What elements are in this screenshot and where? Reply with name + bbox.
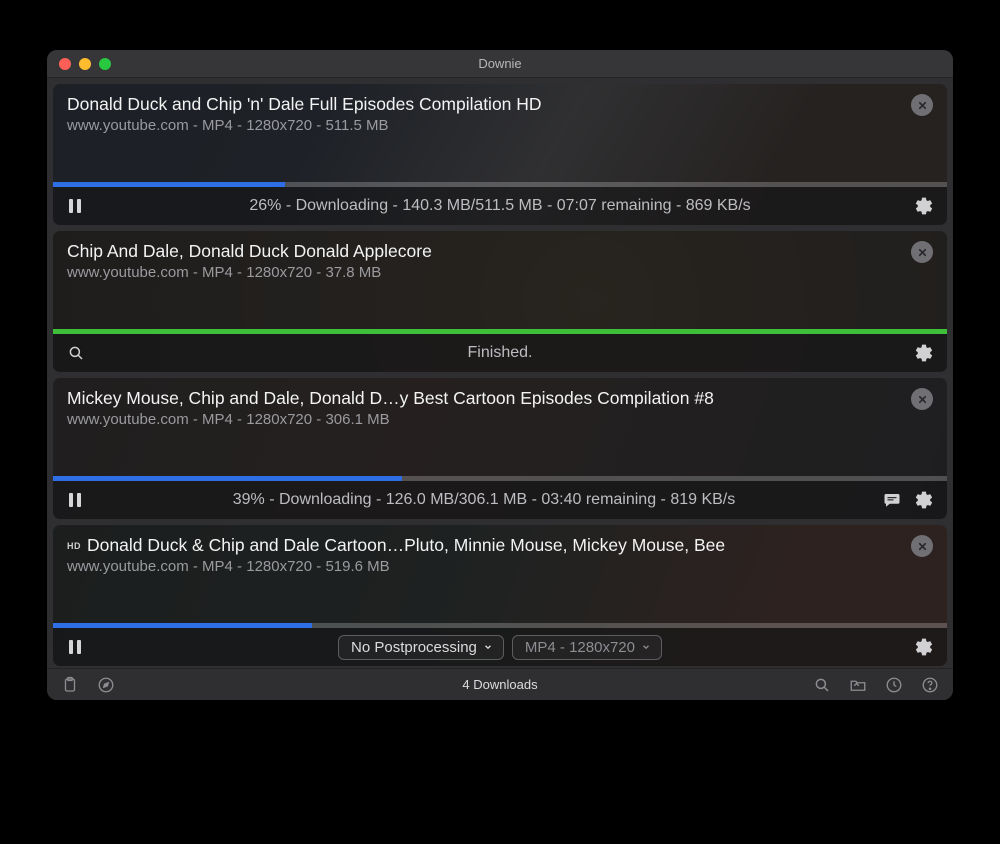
progress-track xyxy=(53,476,947,481)
help-button[interactable] xyxy=(919,674,941,696)
folder-button[interactable] xyxy=(847,674,869,696)
remove-item-button[interactable] xyxy=(911,388,933,410)
progress-track xyxy=(53,623,947,628)
close-window-button[interactable] xyxy=(59,58,71,70)
download-item[interactable]: Mickey Mouse, Chip and Dale, Donald D…y … xyxy=(53,378,947,519)
action-row: 39% - Downloading - 126.0 MB/306.1 MB - … xyxy=(53,481,947,519)
app-window: Downie Donald Duck and Chip 'n' Dale Ful… xyxy=(47,50,953,700)
action-row: Finished. xyxy=(53,334,947,372)
remove-item-button[interactable] xyxy=(911,535,933,557)
format-select[interactable]: MP4 - 1280x720 xyxy=(512,635,662,660)
reveal-button[interactable] xyxy=(65,342,87,364)
gear-icon[interactable] xyxy=(913,636,935,658)
progress-track xyxy=(53,182,947,187)
progress-track xyxy=(53,329,947,334)
comment-icon[interactable] xyxy=(881,489,903,511)
action-row: 26% - Downloading - 140.3 MB/511.5 MB - … xyxy=(53,187,947,225)
postprocess-select[interactable]: No Postprocessing xyxy=(338,635,504,660)
clipboard-button[interactable] xyxy=(59,674,81,696)
download-item[interactable]: Chip And Dale, Donald Duck Donald Applec… xyxy=(53,231,947,372)
gear-icon[interactable] xyxy=(913,195,935,217)
status-text: 39% - Downloading - 126.0 MB/306.1 MB - … xyxy=(233,491,736,509)
minimize-window-button[interactable] xyxy=(79,58,91,70)
item-title: Mickey Mouse, Chip and Dale, Donald D…y … xyxy=(67,388,903,409)
item-subtitle: www.youtube.com - MP4 - 1280x720 - 519.6… xyxy=(67,558,903,575)
item-title: HDDonald Duck & Chip and Dale Cartoon…Pl… xyxy=(67,535,903,556)
window-title: Downie xyxy=(47,56,953,71)
item-title: Chip And Dale, Donald Duck Donald Applec… xyxy=(67,241,903,262)
format-label: MP4 - 1280x720 xyxy=(525,639,635,656)
pause-button[interactable] xyxy=(65,195,87,217)
status-text: Finished. xyxy=(468,344,533,362)
item-subtitle: www.youtube.com - MP4 - 1280x720 - 511.5… xyxy=(67,117,903,134)
progress-bar xyxy=(53,476,402,481)
search-button[interactable] xyxy=(811,674,833,696)
pause-button[interactable] xyxy=(65,636,87,658)
progress-bar xyxy=(53,329,947,334)
remove-item-button[interactable] xyxy=(911,94,933,116)
action-row: No Postprocessing MP4 - 1280x720 xyxy=(53,628,947,666)
postprocess-label: No Postprocessing xyxy=(351,639,477,656)
gear-icon[interactable] xyxy=(913,342,935,364)
titlebar[interactable]: Downie xyxy=(47,50,953,78)
history-button[interactable] xyxy=(883,674,905,696)
bottombar: 4 Downloads xyxy=(47,668,953,700)
remove-item-button[interactable] xyxy=(911,241,933,263)
progress-bar xyxy=(53,182,285,187)
download-item[interactable]: HDDonald Duck & Chip and Dale Cartoon…Pl… xyxy=(53,525,947,666)
item-subtitle: www.youtube.com - MP4 - 1280x720 - 37.8 … xyxy=(67,264,903,281)
download-item[interactable]: Donald Duck and Chip 'n' Dale Full Episo… xyxy=(53,84,947,225)
item-title: Donald Duck and Chip 'n' Dale Full Episo… xyxy=(67,94,903,115)
hd-badge: HD xyxy=(67,541,81,551)
item-subtitle: www.youtube.com - MP4 - 1280x720 - 306.1… xyxy=(67,411,903,428)
traffic-lights xyxy=(47,58,111,70)
progress-bar xyxy=(53,623,312,628)
compass-button[interactable] xyxy=(95,674,117,696)
status-text: 26% - Downloading - 140.3 MB/511.5 MB - … xyxy=(249,197,750,215)
fullscreen-window-button[interactable] xyxy=(99,58,111,70)
downloads-list: Donald Duck and Chip 'n' Dale Full Episo… xyxy=(47,78,953,668)
pause-button[interactable] xyxy=(65,489,87,511)
gear-icon[interactable] xyxy=(913,489,935,511)
